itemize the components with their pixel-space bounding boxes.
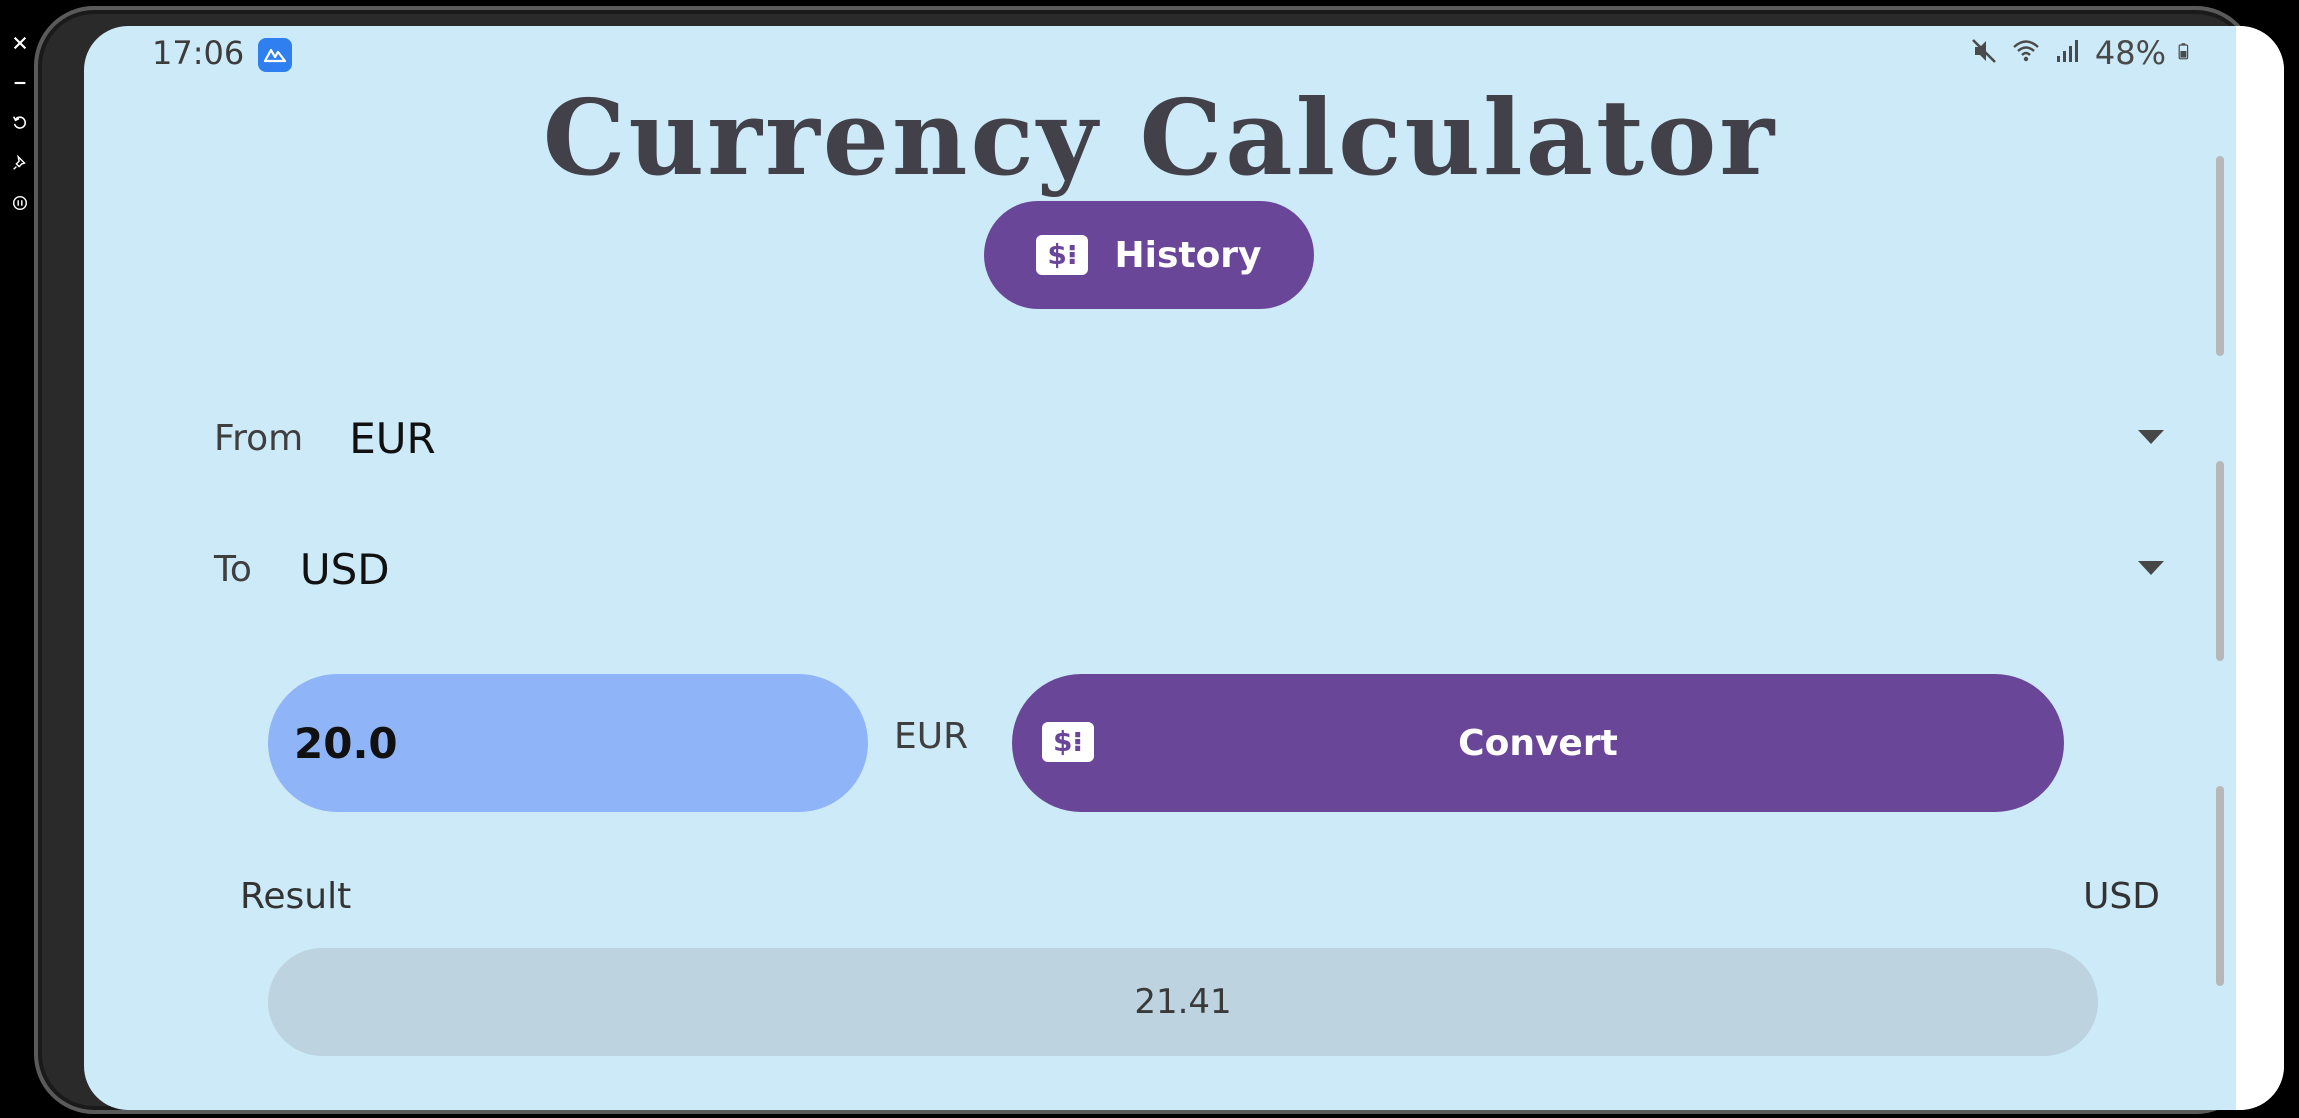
result-value: 21.41 <box>268 948 2098 1056</box>
from-currency-dropdown[interactable]: From EUR <box>214 398 2164 478</box>
pin-icon[interactable] <box>7 150 33 176</box>
close-icon[interactable] <box>7 30 33 56</box>
screen-edge-strip <box>2236 26 2284 1110</box>
result-label: Result <box>240 876 352 917</box>
from-label: From <box>214 417 304 459</box>
money-exchange-icon: $⁝ <box>1036 235 1089 275</box>
to-currency-dropdown[interactable]: To USD <box>214 529 2164 609</box>
scrollbar-segment <box>2216 461 2224 661</box>
scrollbar-segment <box>2216 156 2224 356</box>
history-button-label: History <box>1114 234 1262 276</box>
page-title: Currency Calculator <box>542 76 1778 199</box>
to-label: To <box>214 548 252 590</box>
scrollbar-segment <box>2216 786 2224 986</box>
history-button[interactable]: $⁝ History <box>984 201 1314 309</box>
phone-screen: 17:06 48% Currency Calculator $⁝ History… <box>84 26 2284 1110</box>
minimize-icon[interactable] <box>7 70 33 96</box>
status-icons: 48% <box>1969 34 2196 72</box>
from-currency-value: EUR <box>349 413 436 463</box>
status-time: 17:06 <box>152 34 245 72</box>
scrollbar[interactable] <box>2216 156 2224 1016</box>
dropdown-arrow-icon[interactable] <box>2138 561 2164 575</box>
signal-icon <box>2053 36 2083 70</box>
to-currency-value: USD <box>299 544 390 594</box>
mirroring-app-icon <box>258 38 292 72</box>
convert-button[interactable]: $⁝ Convert <box>1012 674 2064 812</box>
convert-button-label: Convert <box>1458 722 1618 764</box>
pause-icon[interactable] <box>7 190 33 216</box>
device-frame: 17:06 48% Currency Calculator $⁝ History… <box>34 6 2284 1114</box>
amount-input[interactable] <box>268 674 868 812</box>
battery-charging-icon <box>2178 36 2196 70</box>
dropdown-arrow-icon[interactable] <box>2138 430 2164 444</box>
result-currency-label: USD <box>2083 876 2160 917</box>
wifi-icon <box>2011 36 2041 70</box>
battery-percentage: 48% <box>2094 34 2166 72</box>
amount-currency-label: EUR <box>894 716 969 757</box>
rotate-icon[interactable] <box>7 110 33 136</box>
mute-icon <box>1969 36 1999 70</box>
